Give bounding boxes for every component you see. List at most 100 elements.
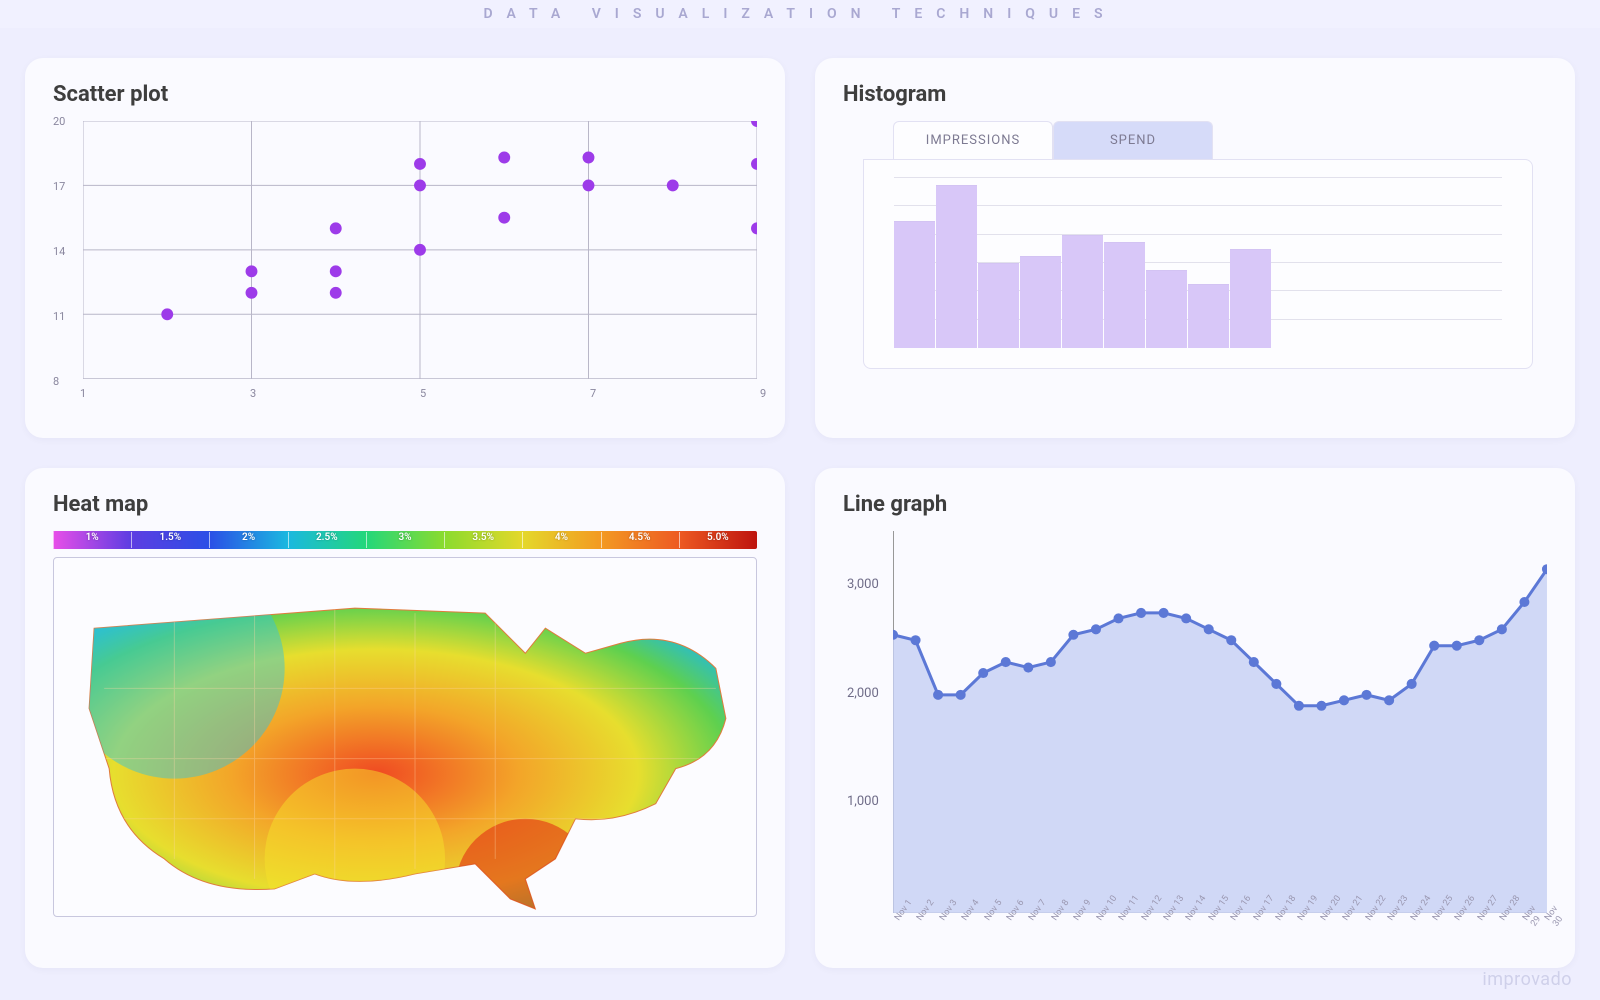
- us-map-svg: [54, 558, 756, 917]
- line-point: [1339, 695, 1349, 705]
- scatter-point: [246, 265, 258, 277]
- histogram-bar: [1104, 242, 1145, 348]
- line-point: [1136, 608, 1146, 618]
- histogram-bar: [1188, 284, 1229, 348]
- scatter-ytick: 20: [53, 115, 65, 128]
- line-point: [933, 690, 943, 700]
- line-xtick: Nov 30: [1543, 904, 1575, 933]
- legend-stop: 1%: [53, 531, 131, 549]
- line-point: [1497, 624, 1507, 634]
- line-point: [1316, 701, 1326, 711]
- tab-impressions[interactable]: IMPRESSIONS: [893, 121, 1053, 159]
- line-svg: [893, 531, 1547, 913]
- line-ytick: 3,000: [847, 577, 879, 592]
- line-point: [1023, 663, 1033, 673]
- scatter-point: [161, 308, 173, 320]
- scatter-point: [330, 222, 342, 234]
- scatter-plot: 81114172013579: [53, 121, 757, 411]
- line-point: [1294, 701, 1304, 711]
- line-point: [1091, 624, 1101, 634]
- line-point: [1001, 657, 1011, 667]
- scatter-xtick: 5: [420, 387, 426, 400]
- histogram-box: [863, 159, 1533, 369]
- page-title: DATA VISUALIZATION TECHNIQUES: [0, 0, 1600, 28]
- legend-stop: 5.0%: [679, 531, 757, 549]
- scatter-point: [751, 222, 757, 234]
- line-point: [1474, 635, 1484, 645]
- line-point: [1249, 657, 1259, 667]
- scatter-xtick: 7: [590, 387, 596, 400]
- card-histogram: Histogram IMPRESSIONS SPEND: [815, 58, 1575, 438]
- line-point: [978, 668, 988, 678]
- legend-stop: 4.5%: [601, 531, 679, 549]
- scatter-point: [414, 158, 426, 170]
- scatter-point: [751, 121, 757, 127]
- tab-spend[interactable]: SPEND: [1053, 121, 1213, 159]
- line-point: [956, 690, 966, 700]
- line-point: [1452, 641, 1462, 651]
- line-point: [1407, 679, 1417, 689]
- scatter-point: [246, 287, 258, 299]
- heatmap-title: Heat map: [53, 492, 757, 517]
- histogram-tabs: IMPRESSIONS SPEND: [893, 121, 1547, 159]
- histogram-bar: [1020, 256, 1061, 348]
- heatmap-legend: 1%1.5%2%2.5%3%3.5%4%4.5%5.0%: [53, 531, 757, 549]
- histogram-bar: [894, 221, 935, 349]
- scatter-point: [330, 265, 342, 277]
- line-ytick: 2,000: [847, 686, 879, 701]
- histogram-bars: [894, 178, 1272, 348]
- scatter-ytick: 17: [53, 180, 65, 193]
- scatter-ytick: 14: [53, 245, 65, 258]
- scatter-point: [751, 158, 757, 170]
- line-point: [1226, 635, 1236, 645]
- scatter-point: [583, 152, 595, 164]
- card-heatmap: Heat map 1%1.5%2%2.5%3%3.5%4%4.5%5.0%: [25, 468, 785, 968]
- scatter-point: [498, 212, 510, 224]
- histogram-bar: [1146, 270, 1187, 348]
- scatter-ytick: 8: [53, 375, 59, 388]
- histogram-bar: [978, 263, 1019, 348]
- line-point: [1429, 641, 1439, 651]
- line-point: [1519, 597, 1529, 607]
- scatter-ytick: 11: [53, 310, 65, 323]
- line-ytick: 1,000: [847, 794, 879, 809]
- line-point: [1362, 690, 1372, 700]
- line-plot: 1,0002,0003,000 Nov 1Nov 2Nov 3Nov 4Nov …: [843, 531, 1547, 941]
- legend-stop: 2%: [209, 531, 287, 549]
- histogram-bar: [1230, 249, 1271, 348]
- histogram-bar: [1062, 235, 1103, 348]
- histogram-title: Histogram: [843, 82, 1547, 107]
- card-scatter: Scatter plot 8 11 14 17 20 1 3 5 7 9: [25, 58, 785, 438]
- line-point: [911, 635, 921, 645]
- legend-stop: 3%: [366, 531, 444, 549]
- scatter-point: [330, 287, 342, 299]
- scatter-svg: [83, 121, 757, 379]
- legend-stop: 3.5%: [444, 531, 522, 549]
- line-point: [1068, 630, 1078, 640]
- linegraph-title: Line graph: [843, 492, 1547, 517]
- scatter-point: [583, 179, 595, 191]
- scatter-xtick: 3: [250, 387, 256, 400]
- line-point: [1159, 608, 1169, 618]
- scatter-point: [414, 244, 426, 256]
- line-area: [893, 569, 1547, 913]
- scatter-xtick: 9: [760, 387, 766, 400]
- scatter-xtick: 1: [80, 387, 86, 400]
- scatter-point: [498, 152, 510, 164]
- legend-stop: 4%: [522, 531, 600, 549]
- scatter-point: [414, 179, 426, 191]
- line-point: [1113, 613, 1123, 623]
- line-point: [1181, 613, 1191, 623]
- histogram-bar: [936, 185, 977, 348]
- scatter-point: [667, 179, 679, 191]
- line-point: [1271, 679, 1281, 689]
- heatmap-map: [53, 557, 757, 917]
- line-point: [1046, 657, 1056, 667]
- chart-grid: Scatter plot 8 11 14 17 20 1 3 5 7 9 Histogram IM…: [0, 28, 1600, 1000]
- card-linegraph: Line graph 1,0002,0003,000 Nov 1Nov 2Nov…: [815, 468, 1575, 968]
- brand-watermark: improvado: [1482, 969, 1572, 990]
- legend-stop: 1.5%: [131, 531, 209, 549]
- scatter-title: Scatter plot: [53, 82, 757, 107]
- line-point: [1384, 695, 1394, 705]
- legend-stop: 2.5%: [288, 531, 366, 549]
